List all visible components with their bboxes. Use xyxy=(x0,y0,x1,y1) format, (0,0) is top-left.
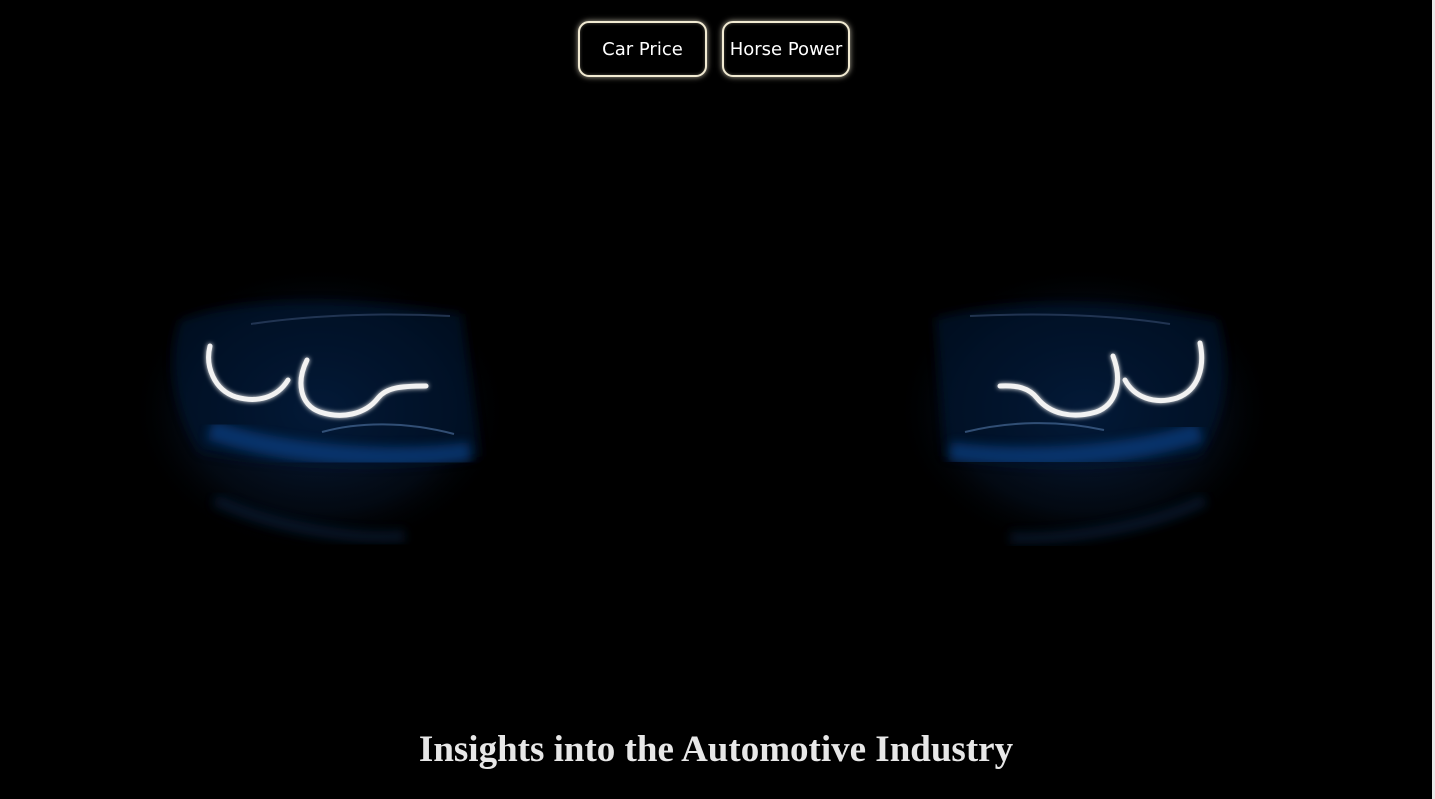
horse-power-button[interactable]: Horse Power xyxy=(722,21,850,77)
landing-page: Car Price Horse Power Insights into the … xyxy=(0,0,1435,799)
horse-power-button-label: Horse Power xyxy=(729,38,843,60)
right-headlight xyxy=(895,265,1275,555)
car-price-button[interactable]: Car Price xyxy=(578,21,707,77)
left-headlight xyxy=(130,265,510,555)
hero-image-car-headlights xyxy=(130,265,1275,555)
car-price-button-label: Car Price xyxy=(602,38,683,60)
page-title: Insights into the Automotive Industry xyxy=(418,728,1014,770)
top-navigation: Car Price Horse Power xyxy=(578,21,850,77)
